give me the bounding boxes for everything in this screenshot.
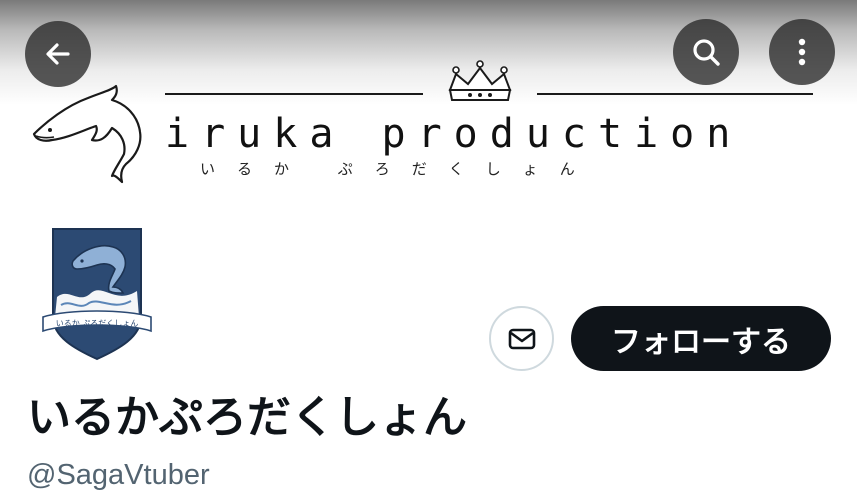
crest-ribbon-text: いるか ぷろだくしょん xyxy=(56,319,139,328)
mail-icon xyxy=(508,328,535,349)
back-button[interactable] xyxy=(25,21,91,87)
message-button[interactable] xyxy=(489,306,554,371)
crown-illustration xyxy=(448,60,512,101)
banner-rule-left xyxy=(165,93,423,95)
dolphin-crest-icon: いるか ぷろだくしょん xyxy=(42,228,152,361)
arrow-left-icon xyxy=(46,43,70,65)
follow-button[interactable]: フォローする xyxy=(571,306,831,371)
search-icon xyxy=(693,39,720,66)
more-options-button[interactable] xyxy=(769,19,835,85)
banner-kana: いるか ぷろだくしょん xyxy=(200,160,597,178)
banner-title: iruka production xyxy=(165,111,743,157)
user-handle: @SagaVtuber xyxy=(27,459,210,491)
search-button[interactable] xyxy=(673,19,739,85)
avatar[interactable]: いるか ぷろだくしょん xyxy=(27,213,167,365)
display-name: いるかぷろだくしょん xyxy=(27,392,467,443)
dolphin-illustration xyxy=(32,84,142,184)
more-vertical-icon xyxy=(798,38,806,66)
banner-rule-right xyxy=(537,93,813,95)
